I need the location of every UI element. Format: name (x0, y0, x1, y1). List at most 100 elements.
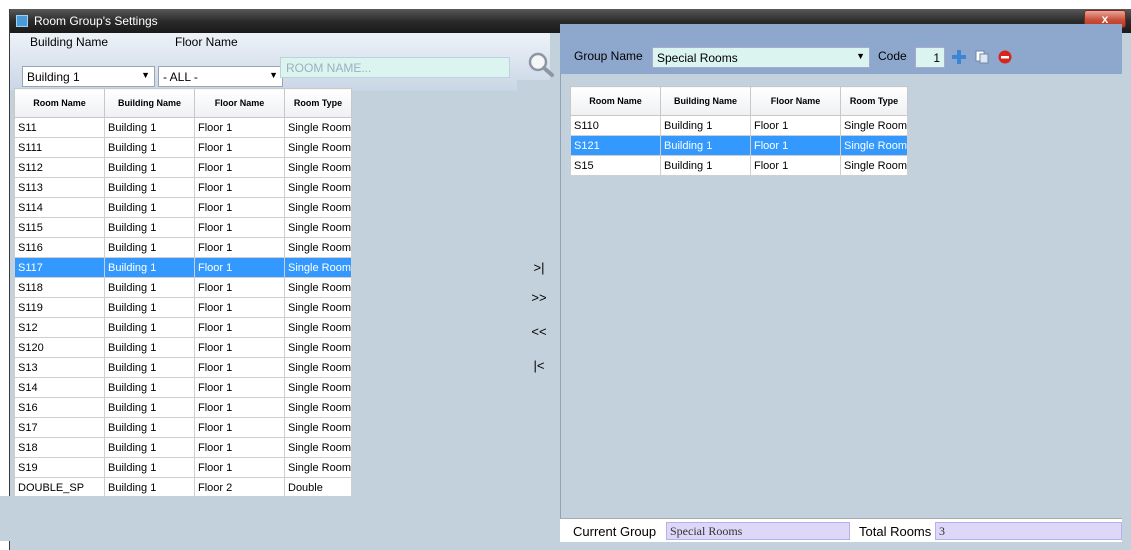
table-cell: S117 (14, 257, 105, 278)
code-field[interactable]: 1 (915, 47, 945, 68)
table-cell: Single Room (284, 117, 352, 138)
table-row[interactable]: DOUBLE_SP Building 1 Floor 2 Double (14, 477, 352, 498)
chevron-down-icon: ▼ (269, 70, 278, 80)
table-row[interactable]: S119 Building 1 Floor 1 Single Room (14, 297, 352, 318)
table-cell: Floor 1 (194, 437, 285, 458)
code-label: Code (878, 49, 907, 63)
table-cell: Single Room (840, 115, 908, 136)
left-panel-bottom (0, 496, 517, 541)
table-row[interactable]: S120 Building 1 Floor 1 Single Room (14, 337, 352, 358)
table-cell: Floor 1 (194, 157, 285, 178)
table-cell: Double (284, 477, 352, 498)
table-cell: S13 (14, 357, 105, 378)
table-row[interactable]: S13 Building 1 Floor 1 Single Room (14, 357, 352, 378)
table-cell: Single Room (284, 397, 352, 418)
table-row[interactable]: S114 Building 1 Floor 1 Single Room (14, 197, 352, 218)
table-cell: S18 (14, 437, 105, 458)
table-row[interactable]: S110 Building 1 Floor 1 Single Room (570, 115, 908, 136)
table-cell: Floor 1 (194, 177, 285, 198)
table-cell: Floor 1 (194, 197, 285, 218)
group-name-select[interactable]: Special Rooms ▼ (652, 47, 870, 68)
table-cell: Single Room (284, 317, 352, 338)
table-cell: S120 (14, 337, 105, 358)
table-row[interactable]: S12 Building 1 Floor 1 Single Room (14, 317, 352, 338)
table-row[interactable]: S113 Building 1 Floor 1 Single Room (14, 177, 352, 198)
delete-icon[interactable] (998, 50, 1012, 64)
table-row[interactable]: S19 Building 1 Floor 1 Single Room (14, 457, 352, 478)
column-header[interactable]: Floor Name (194, 88, 285, 118)
table-cell: Floor 1 (194, 277, 285, 298)
table-cell: Building 1 (104, 437, 195, 458)
column-header[interactable]: Room Name (570, 86, 661, 116)
floor-select[interactable]: - ALL - ▼ (158, 66, 283, 87)
table-cell: Single Room (840, 135, 908, 156)
table-row[interactable]: S18 Building 1 Floor 1 Single Room (14, 437, 352, 458)
table-cell: Building 1 (104, 457, 195, 478)
table-cell: Floor 1 (194, 317, 285, 338)
table-row[interactable]: S121 Building 1 Floor 1 Single Room (570, 135, 908, 156)
table-row[interactable]: S16 Building 1 Floor 1 Single Room (14, 397, 352, 418)
table-cell: S12 (14, 317, 105, 338)
group-name-label: Group Name (574, 49, 643, 63)
table-row[interactable]: S115 Building 1 Floor 1 Single Room (14, 217, 352, 238)
table-cell: S14 (14, 377, 105, 398)
remove-selected-button[interactable]: |< (527, 356, 551, 376)
building-select-value: Building 1 (27, 70, 80, 84)
table-row[interactable]: S11 Building 1 Floor 1 Single Room (14, 117, 352, 138)
table-cell: Single Room (284, 177, 352, 198)
table-row[interactable]: S111 Building 1 Floor 1 Single Room (14, 137, 352, 158)
column-header[interactable]: Room Type (840, 86, 908, 116)
search-icon[interactable] (525, 50, 557, 78)
table-cell: S17 (14, 417, 105, 438)
table-cell: Floor 2 (194, 477, 285, 498)
table-cell: Floor 1 (194, 397, 285, 418)
table-cell: Building 1 (104, 417, 195, 438)
table-cell: S115 (14, 217, 105, 238)
group-name-value: Special Rooms (657, 51, 738, 65)
table-cell: S116 (14, 237, 105, 258)
group-rooms-table[interactable]: Room Name Building Name Floor Name Room Typ… (570, 86, 908, 176)
group-rooms-header: Room Name Building Name Floor Name Room Typ… (570, 86, 908, 116)
room-name-search-input[interactable]: ROOM NAME... (280, 57, 510, 78)
table-cell: Single Room (284, 417, 352, 438)
table-cell: S119 (14, 297, 105, 318)
table-cell: Building 1 (104, 257, 195, 278)
table-row[interactable]: S117 Building 1 Floor 1 Single Room (14, 257, 352, 278)
remove-all-button[interactable]: << (527, 322, 551, 342)
table-row[interactable]: S15 Building 1 Floor 1 Single Room (570, 155, 908, 176)
table-row[interactable]: S17 Building 1 Floor 1 Single Room (14, 417, 352, 438)
table-row[interactable]: S116 Building 1 Floor 1 Single Room (14, 237, 352, 258)
table-cell: Building 1 (104, 377, 195, 398)
table-cell: Building 1 (104, 337, 195, 358)
table-cell: Floor 1 (194, 257, 285, 278)
table-cell: Single Room (284, 197, 352, 218)
table-cell: Building 1 (660, 155, 751, 176)
table-cell: Building 1 (104, 177, 195, 198)
table-cell: S11 (14, 117, 105, 138)
column-header[interactable]: Room Type (284, 88, 352, 118)
table-row[interactable]: S14 Building 1 Floor 1 Single Room (14, 377, 352, 398)
move-selected-button[interactable]: >| (527, 258, 551, 278)
table-cell: S19 (14, 457, 105, 478)
column-header[interactable]: Floor Name (750, 86, 841, 116)
copy-icon[interactable] (975, 50, 989, 64)
column-header[interactable]: Room Name (14, 88, 105, 118)
table-cell: Single Room (284, 277, 352, 298)
available-rooms-table[interactable]: Room Name Building Name Floor Name Room Typ… (14, 88, 352, 498)
table-row[interactable]: S112 Building 1 Floor 1 Single Room (14, 157, 352, 178)
table-row[interactable]: S118 Building 1 Floor 1 Single Room (14, 277, 352, 298)
column-header[interactable]: Building Name (660, 86, 751, 116)
table-cell: Floor 1 (194, 417, 285, 438)
table-cell: Floor 1 (194, 237, 285, 258)
table-cell: Single Room (284, 237, 352, 258)
table-cell: Building 1 (104, 477, 195, 498)
column-header[interactable]: Building Name (104, 88, 195, 118)
table-cell: Floor 1 (194, 117, 285, 138)
building-select[interactable]: Building 1 ▼ (22, 66, 155, 87)
building-name-label: Building Name (30, 35, 109, 49)
table-cell: Single Room (284, 217, 352, 238)
table-cell: Building 1 (104, 137, 195, 158)
move-all-button[interactable]: >> (527, 288, 551, 308)
table-cell: Floor 1 (194, 357, 285, 378)
plus-icon[interactable] (951, 49, 967, 65)
